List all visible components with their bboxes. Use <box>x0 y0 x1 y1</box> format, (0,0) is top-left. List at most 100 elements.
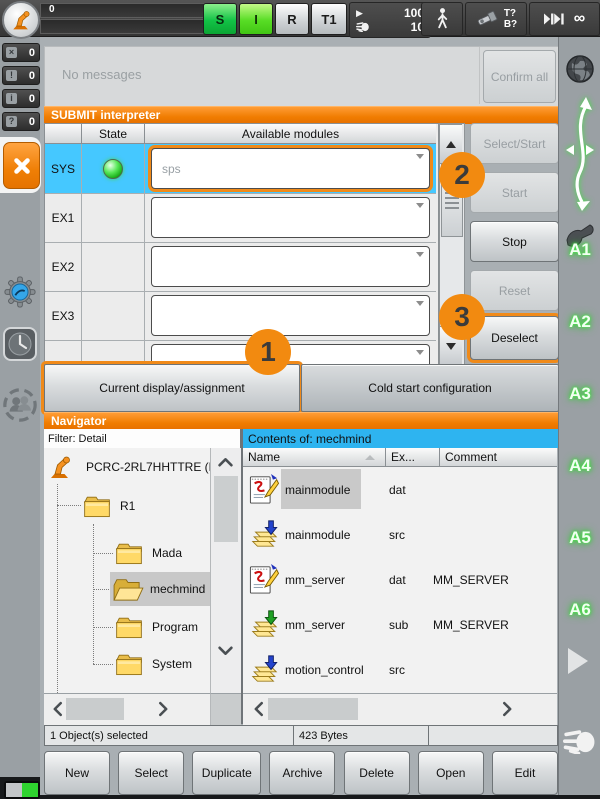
status-key-robot[interactable]: R <box>275 3 309 35</box>
table-row-ex3[interactable]: EX3 <box>45 291 436 341</box>
softkey-bar: New Select Duplicate Archive Delete Open… <box>44 751 558 795</box>
main-menu-robot-button[interactable] <box>2 1 40 39</box>
scroll-right-chevron[interactable] <box>159 702 169 717</box>
files-hscroll-thumb[interactable] <box>268 698 358 720</box>
axis-label-a2: A2 <box>559 312 600 332</box>
file-row-mmserver-dat[interactable]: mm_server dat MM_SERVER <box>243 557 557 602</box>
combo-dropdown-icon[interactable] <box>416 252 424 257</box>
reset-button[interactable]: Reset <box>470 270 559 311</box>
file-row-mainmodule-dat[interactable]: mainmodule dat <box>243 467 557 512</box>
warning-counter-badge[interactable]: ! 0 <box>2 66 40 85</box>
tree-hscroll-thumb[interactable] <box>66 698 124 720</box>
select-start-button[interactable]: Select/Start <box>470 123 559 164</box>
column-header-modules[interactable]: Available modules <box>145 124 436 144</box>
globe-icon <box>565 54 595 84</box>
right-jog-bar: A1 A2 A3 A4 A5 A6 <box>558 36 600 799</box>
stop-button[interactable]: Stop <box>470 221 559 262</box>
scroll-down-chevron[interactable] <box>218 646 233 656</box>
error-counter-badge[interactable]: × 0 <box>2 43 40 62</box>
tree-system-label: System <box>152 657 192 671</box>
table-row-partial[interactable] <box>45 340 436 367</box>
status-key-submit[interactable]: S <box>203 3 237 35</box>
confirm-all-label: Confirm all <box>491 70 548 84</box>
override-panel[interactable]: ▶ 100 10 <box>349 2 431 38</box>
combo-dropdown-icon[interactable] <box>416 203 424 208</box>
tree-mada-label: Mada <box>152 546 182 560</box>
submit-interpreter-header: SUBMIT interpreter <box>44 106 558 124</box>
warning-icon: ! <box>6 70 17 81</box>
close-button[interactable] <box>3 142 40 189</box>
contents-title-label: Contents of: mechmind <box>248 432 371 446</box>
filter-label: Filter: Detail <box>48 433 107 445</box>
status-key-drives[interactable]: I <box>239 3 273 35</box>
left-sidebar: × 0 ! 0 i 0 ? 0 <box>0 36 40 799</box>
scroll-left-chevron[interactable] <box>254 702 264 717</box>
jog-mode-panel[interactable] <box>421 2 463 36</box>
play-softkey[interactable] <box>568 648 588 674</box>
bottom-edge-strip <box>40 795 600 799</box>
combo-dropdown-icon[interactable] <box>416 301 424 306</box>
status-message-field[interactable] <box>40 19 207 34</box>
src-file-icon <box>249 519 279 549</box>
combo-dropdown-icon[interactable] <box>416 350 424 355</box>
new-button[interactable]: New <box>44 751 110 795</box>
status-key-opmode[interactable]: T1 <box>311 3 347 35</box>
cold-start-tab[interactable]: Cold start configuration <box>301 364 559 412</box>
file-row-motioncontrol-src[interactable]: motion_control src <box>243 647 557 692</box>
delete-button[interactable]: Delete <box>344 751 410 795</box>
clock-button[interactable] <box>3 326 37 362</box>
tree-mechmind-label: mechmind <box>150 582 205 596</box>
select-button[interactable]: Select <box>118 751 184 795</box>
axis-label-a3: A3 <box>559 384 600 404</box>
message-counter-field[interactable]: 0 <box>40 3 207 18</box>
cold-start-label: Cold start configuration <box>368 381 491 395</box>
submit-module-table: State Available modules SYS sps EX1 EX2 … <box>44 123 439 367</box>
scroll-up-chevron[interactable] <box>218 457 233 467</box>
axis-label-a6: A6 <box>559 600 600 620</box>
table-row-ex1[interactable]: EX1 <box>45 193 436 243</box>
settings-button[interactable] <box>4 276 36 308</box>
scroll-left-chevron[interactable] <box>53 702 63 717</box>
info-counter-badge[interactable]: i 0 <box>2 89 40 108</box>
dialog-counter-badge[interactable]: ? 0 <box>2 112 40 131</box>
modules-header-label: Available modules <box>242 127 339 141</box>
drive-state-globe[interactable] <box>565 54 595 84</box>
edit-button[interactable]: Edit <box>492 751 558 795</box>
ex2-module-combobox[interactable] <box>151 246 430 287</box>
hand-jog-icon[interactable] <box>563 730 595 754</box>
program-run-mode-panel[interactable]: ∞ <box>529 2 600 36</box>
row-ex3-label: EX3 <box>52 309 75 323</box>
file-column-name[interactable]: Name <box>243 448 386 467</box>
open-button[interactable]: Open <box>418 751 484 795</box>
file-column-ext[interactable]: Ex... <box>386 448 440 467</box>
tool-base-panel[interactable]: T? B? <box>465 2 527 36</box>
sort-ascending-icon <box>365 455 375 460</box>
file-row-mmserver-sub[interactable]: mm_server sub MM_SERVER <box>243 602 557 647</box>
ex1-module-combobox[interactable] <box>151 197 430 238</box>
scroll-right-chevron[interactable] <box>503 702 513 717</box>
ex3-module-combobox[interactable] <box>151 295 430 336</box>
file-ext: dat <box>389 573 406 587</box>
tree-r1-label: R1 <box>120 499 135 513</box>
annotation-circle-3: 3 <box>439 294 485 340</box>
open-label: Open <box>436 766 465 780</box>
sys-module-combobox[interactable]: sps <box>151 148 430 189</box>
file-column-comment[interactable]: Comment <box>440 448 557 467</box>
confirm-all-button[interactable]: Confirm all <box>483 50 556 103</box>
duplicate-button[interactable]: Duplicate <box>192 751 261 795</box>
info-icon: i <box>6 93 17 104</box>
annotation-circle-2: 2 <box>439 152 485 198</box>
robot-arm-icon <box>9 8 33 32</box>
user-group-button[interactable] <box>2 386 38 424</box>
space-mouse-curve-icon <box>565 96 595 212</box>
tree-scrollbar-thumb[interactable] <box>214 476 238 542</box>
combo-dropdown-icon[interactable] <box>416 154 424 159</box>
table-row-sys[interactable]: SYS sps <box>45 144 436 194</box>
info-count: 0 <box>29 93 35 105</box>
archive-button[interactable]: Archive <box>269 751 335 795</box>
error-icon: × <box>6 47 17 58</box>
table-row-ex2[interactable]: EX2 <box>45 242 436 292</box>
column-header-state[interactable]: State <box>82 124 145 144</box>
file-row-mainmodule-src[interactable]: mainmodule src <box>243 512 557 557</box>
warning-count: 0 <box>29 70 35 82</box>
